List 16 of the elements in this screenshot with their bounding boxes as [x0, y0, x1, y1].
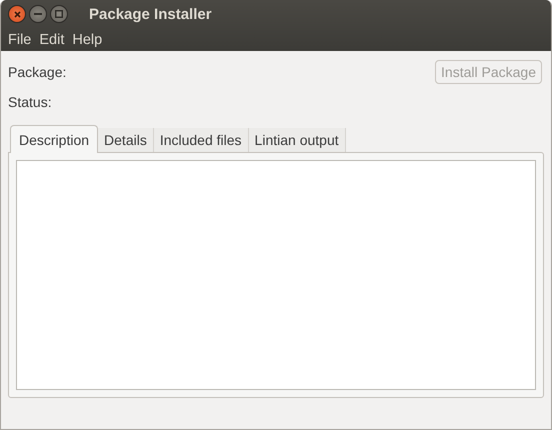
menu-item[interactable]: Edit — [35, 32, 68, 48]
menu-item[interactable]: File — [4, 32, 36, 48]
window-title: Package Installer — [89, 6, 212, 22]
tab[interactable]: Description — [10, 125, 98, 153]
field-label: Package: — [8, 64, 66, 80]
tab[interactable]: Lintian output — [248, 128, 346, 152]
maximize-button[interactable] — [50, 5, 68, 23]
minimize-icon — [34, 13, 42, 15]
tab[interactable]: Details — [98, 128, 154, 152]
tab[interactable]: Included files — [154, 128, 249, 152]
minimize-button[interactable] — [29, 5, 47, 23]
close-button[interactable] — [8, 5, 26, 23]
close-icon — [14, 10, 20, 18]
field-label: Status: — [8, 94, 52, 110]
menu-item[interactable]: Help — [68, 32, 106, 48]
maximize-icon — [55, 10, 63, 18]
